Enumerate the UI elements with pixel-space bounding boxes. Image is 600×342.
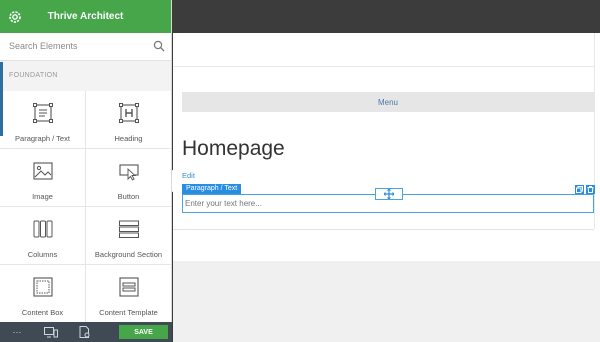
element-paragraph-text[interactable]: Paragraph / Text xyxy=(0,91,86,149)
section-label: FOUNDATION xyxy=(0,61,171,91)
trash-icon xyxy=(587,186,594,193)
page-title[interactable]: Homepage xyxy=(182,137,285,161)
devices-icon xyxy=(44,326,58,337)
app-title: Thrive Architect xyxy=(47,11,124,22)
edit-link[interactable]: Edit xyxy=(182,171,195,180)
search-bar xyxy=(0,33,171,61)
columns-icon xyxy=(33,220,52,238)
more-button[interactable]: ··· xyxy=(0,327,34,337)
menu-element[interactable]: Menu xyxy=(182,92,594,112)
sidebar-header: Thrive Architect xyxy=(0,0,171,33)
menu-label: Menu xyxy=(377,97,398,107)
sidebar-accent xyxy=(0,62,3,136)
element-label: Content Box xyxy=(21,308,64,317)
content-template-icon xyxy=(118,277,139,297)
element-label: Image xyxy=(32,192,53,201)
editor-canvas: Menu Homepage Edit Paragraph / Text Ente… xyxy=(173,33,600,342)
footer-area xyxy=(173,261,600,342)
element-label: Paragraph / Text xyxy=(15,134,70,143)
duplicate-button[interactable] xyxy=(575,185,584,194)
element-heading[interactable]: Heading xyxy=(86,91,171,149)
element-image[interactable]: Image xyxy=(0,149,86,207)
drag-handle[interactable] xyxy=(375,188,403,200)
selected-element-tag: Paragraph / Text xyxy=(182,184,242,194)
paragraph-icon xyxy=(32,103,53,123)
background-section-icon xyxy=(118,220,139,238)
delete-button[interactable] xyxy=(586,185,595,194)
canvas-edge xyxy=(594,33,595,229)
element-label: Columns xyxy=(27,250,58,259)
responsive-view-button[interactable] xyxy=(34,326,68,338)
heading-icon xyxy=(118,103,139,123)
button-icon xyxy=(118,164,139,181)
element-background-section[interactable]: Background Section xyxy=(86,207,171,265)
save-button[interactable]: SAVE xyxy=(119,325,168,339)
page-settings-icon xyxy=(79,326,90,338)
page-settings-button[interactable] xyxy=(68,326,102,338)
search-input[interactable] xyxy=(0,33,140,59)
element-label: Background Section xyxy=(94,250,163,259)
move-icon xyxy=(384,189,394,199)
element-label: Content Template xyxy=(99,308,158,317)
element-content-template[interactable]: Content Template xyxy=(86,265,171,323)
content-box-icon xyxy=(32,277,53,297)
gear-icon[interactable] xyxy=(7,9,23,25)
sidebar-footer: ··· SAVE xyxy=(0,322,172,342)
more-icon: ··· xyxy=(12,327,22,337)
element-content-box[interactable]: Content Box xyxy=(0,265,86,323)
search-icon[interactable] xyxy=(153,40,165,52)
element-columns[interactable]: Columns xyxy=(0,207,86,265)
duplicate-icon xyxy=(576,186,583,193)
element-label: Button xyxy=(117,192,140,201)
elements-grid: Paragraph / Text Heading Image Button Co… xyxy=(0,91,171,323)
element-actions xyxy=(575,185,595,194)
element-button[interactable]: Button xyxy=(86,149,171,207)
content-divider xyxy=(173,229,594,230)
header-block[interactable] xyxy=(173,33,594,67)
elements-sidebar: Thrive Architect FOUNDATION Paragraph / … xyxy=(0,0,172,342)
image-icon xyxy=(32,162,53,180)
element-label: Heading xyxy=(114,134,143,143)
